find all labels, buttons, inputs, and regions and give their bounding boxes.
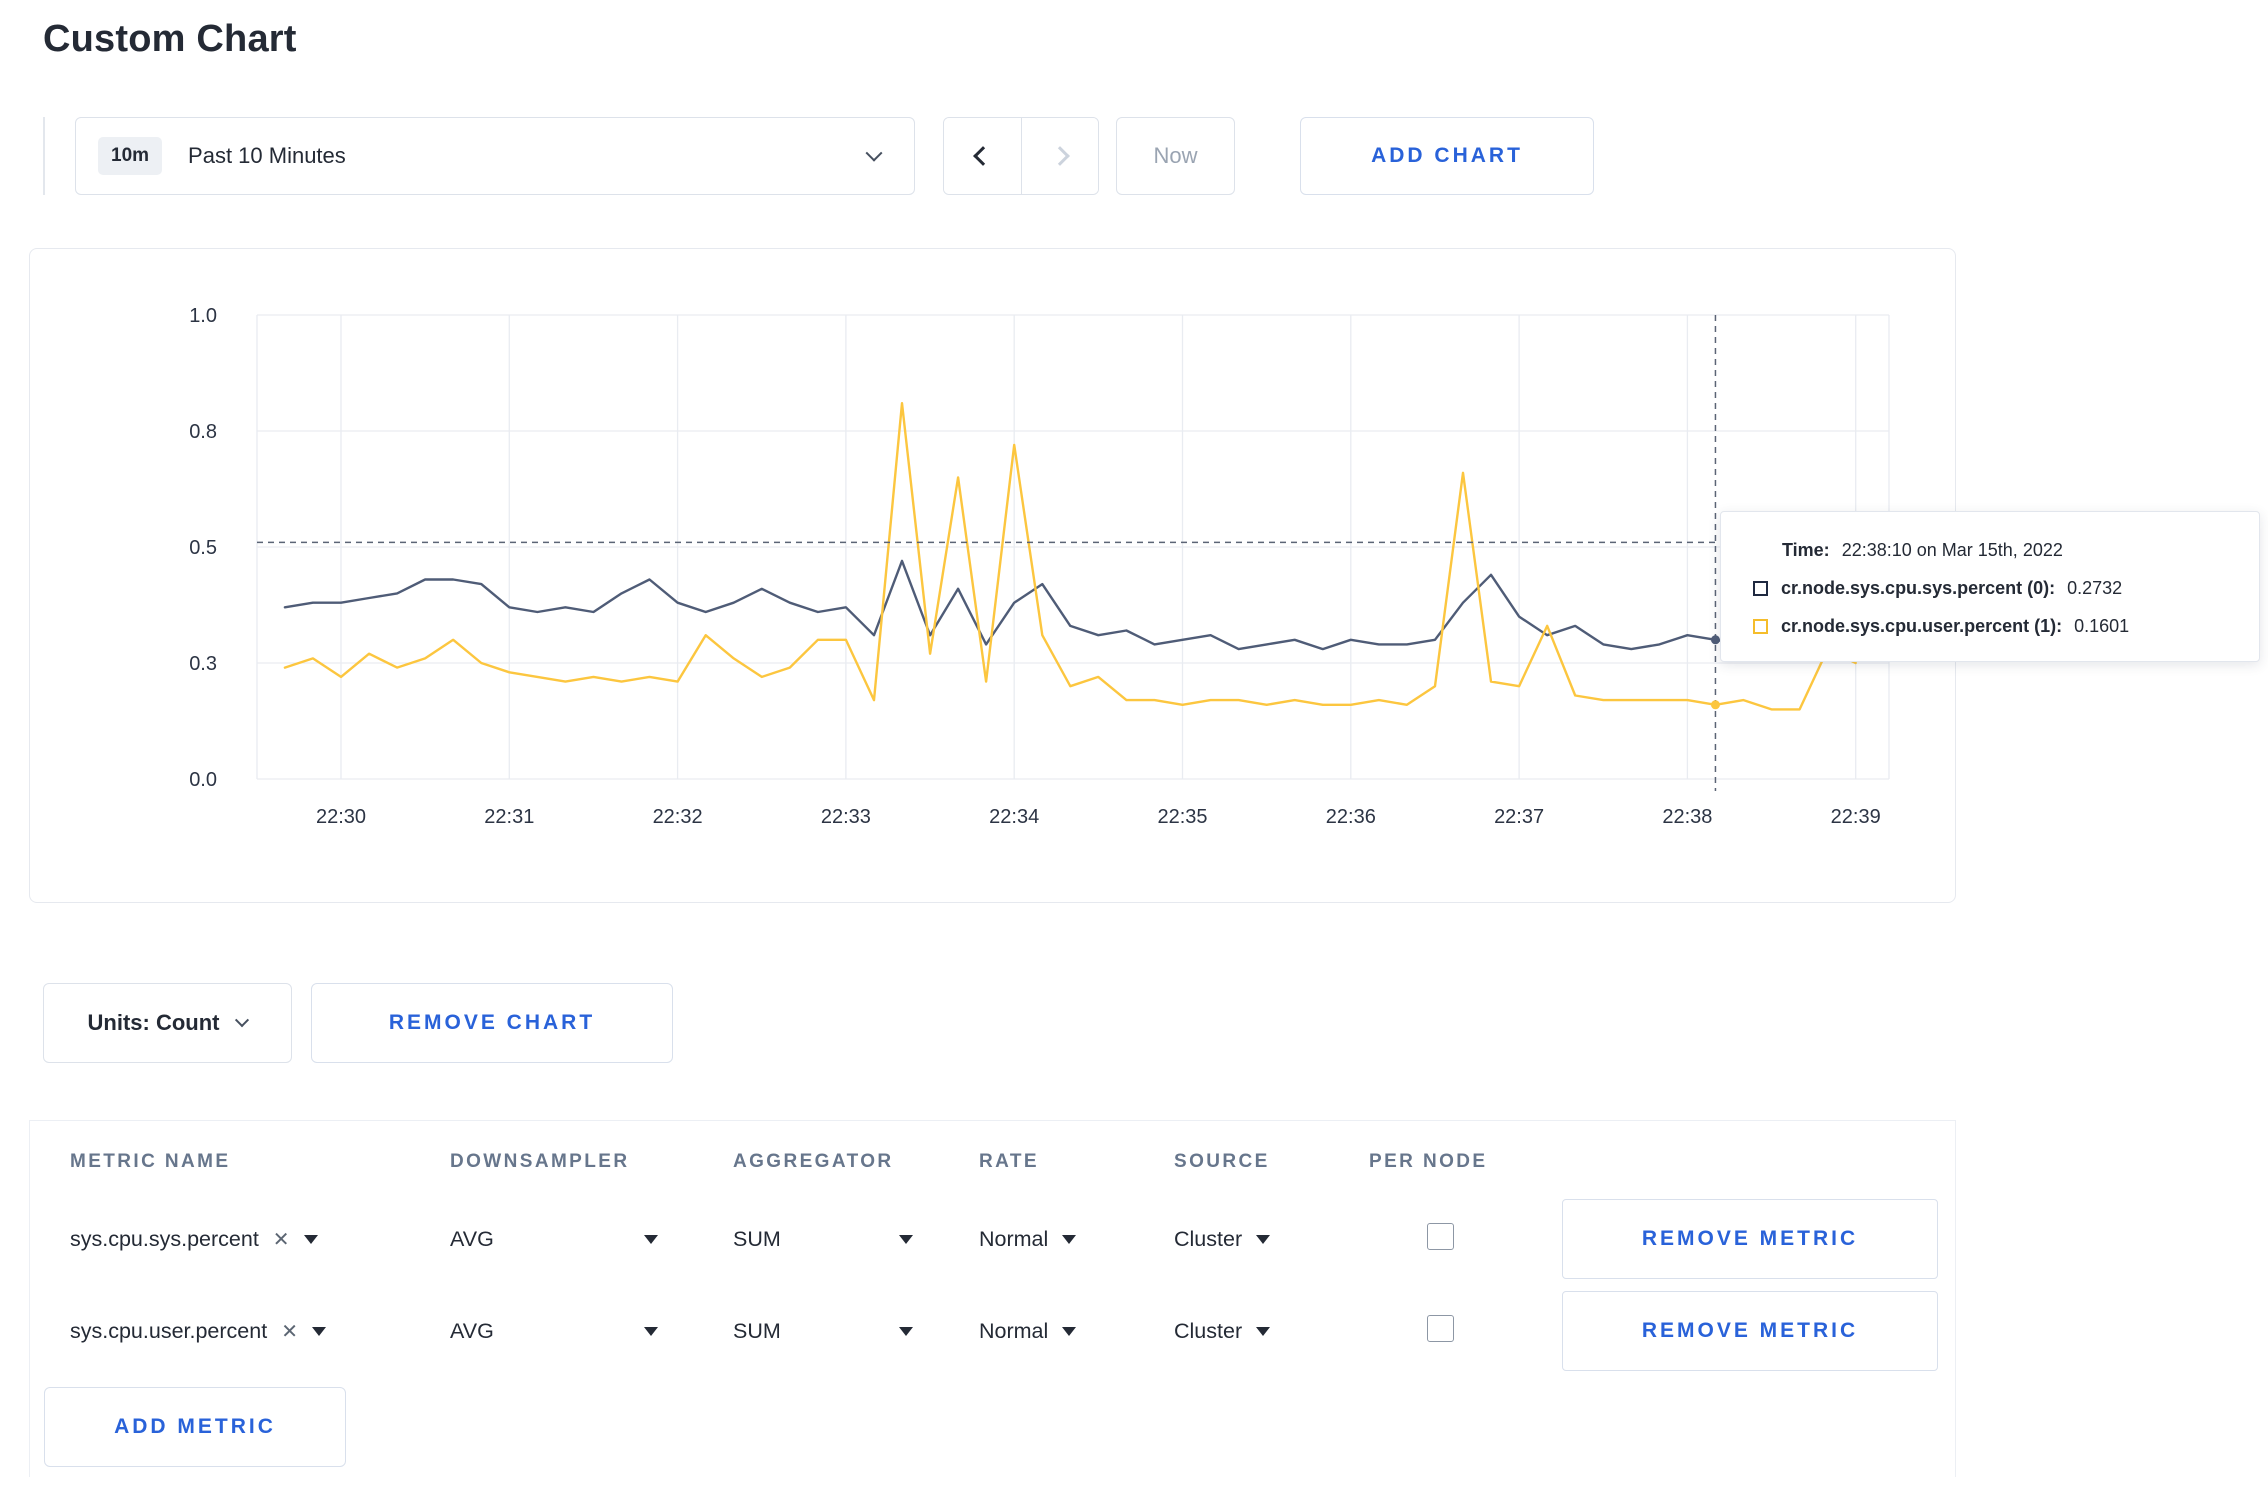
metric-name-value: sys.cpu.user.percent bbox=[70, 1318, 268, 1343]
svg-text:22:39: 22:39 bbox=[1831, 806, 1881, 828]
metric-name-select[interactable]: sys.cpu.user.percent ✕ bbox=[70, 1319, 450, 1344]
caret-down-icon bbox=[1062, 1234, 1077, 1244]
caret-down-icon bbox=[311, 1326, 326, 1336]
svg-text:22:31: 22:31 bbox=[484, 806, 534, 828]
add-metric-button[interactable]: ADD METRIC bbox=[44, 1387, 346, 1467]
tooltip-time-value: 22:38:10 on Mar 15th, 2022 bbox=[1841, 540, 2063, 560]
svg-text:22:36: 22:36 bbox=[1326, 806, 1376, 828]
per-node-checkbox[interactable] bbox=[1427, 1223, 1454, 1250]
svg-text:0.8: 0.8 bbox=[189, 421, 217, 443]
tooltip-user-value: 0.1601 bbox=[2074, 616, 2130, 636]
timeseries-chart[interactable]: 1.0 0.8 0.5 0.3 0.0 22:30 22:31 22:32 22:33 22:34… bbox=[30, 249, 1955, 902]
tooltip-time-row: Time: 22:38:10 on Mar 15th, 2022 bbox=[1753, 540, 2231, 561]
downsampler-value: AVG bbox=[450, 1318, 494, 1343]
svg-text:22:34: 22:34 bbox=[989, 806, 1039, 828]
metrics-table-header: METRIC NAME DOWNSAMPLER AGGREGATOR RATE … bbox=[30, 1151, 1955, 1173]
caret-down-icon bbox=[899, 1326, 913, 1336]
svg-text:0.0: 0.0 bbox=[189, 769, 217, 791]
toolbar-divider bbox=[43, 117, 45, 195]
toolbar: 10m Past 10 Minutes Now ADD CHART bbox=[43, 117, 2268, 195]
downsampler-value: AVG bbox=[450, 1226, 494, 1251]
tooltip-user-label: cr.node.sys.cpu.user.percent (1): bbox=[1781, 616, 2063, 636]
chevron-down-icon bbox=[235, 1013, 250, 1028]
metric-row: sys.cpu.user.percent ✕ AVG SUM Normal Cl… bbox=[30, 1285, 1955, 1377]
svg-text:22:38: 22:38 bbox=[1662, 806, 1712, 828]
metric-row: sys.cpu.sys.percent ✕ AVG SUM Normal Clu… bbox=[30, 1193, 1955, 1285]
metric-name-value: sys.cpu.sys.percent bbox=[70, 1226, 259, 1251]
series-user-swatch-icon bbox=[1753, 619, 1768, 634]
svg-text:22:30: 22:30 bbox=[316, 806, 366, 828]
downsampler-select[interactable]: AVG bbox=[450, 1319, 658, 1344]
chevron-down-icon bbox=[865, 144, 883, 162]
per-node-checkbox[interactable] bbox=[1427, 1315, 1454, 1342]
svg-text:22:32: 22:32 bbox=[653, 806, 703, 828]
remove-metric-button[interactable]: REMOVE METRIC bbox=[1562, 1199, 1938, 1279]
rate-value: Normal bbox=[979, 1226, 1049, 1251]
col-header-per-node: PER NODE bbox=[1369, 1151, 1488, 1172]
source-value: Cluster bbox=[1174, 1226, 1243, 1251]
now-button[interactable]: Now bbox=[1116, 117, 1235, 195]
time-range-label: Past 10 Minutes bbox=[188, 143, 346, 168]
aggregator-select[interactable]: SUM bbox=[733, 1319, 913, 1344]
source-select[interactable]: Cluster bbox=[1174, 1227, 1369, 1252]
svg-text:22:37: 22:37 bbox=[1494, 806, 1544, 828]
remove-chart-button[interactable]: REMOVE CHART bbox=[311, 983, 673, 1063]
source-select[interactable]: Cluster bbox=[1174, 1319, 1369, 1344]
rate-value: Normal bbox=[979, 1318, 1049, 1343]
chevron-left-icon bbox=[972, 146, 993, 166]
col-header-downsampler: DOWNSAMPLER bbox=[450, 1151, 630, 1172]
tooltip-sys-value: 0.2732 bbox=[2067, 578, 2123, 598]
time-range-picker[interactable]: 10m Past 10 Minutes bbox=[75, 117, 915, 195]
caret-down-icon bbox=[303, 1234, 318, 1244]
metrics-table: METRIC NAME DOWNSAMPLER AGGREGATOR RATE … bbox=[29, 1120, 1956, 1477]
rate-select[interactable]: Normal bbox=[979, 1227, 1174, 1252]
time-back-button[interactable] bbox=[944, 118, 1021, 194]
tooltip-time-label: Time: bbox=[1782, 540, 1830, 560]
tooltip-sys-label: cr.node.sys.cpu.sys.percent (0): bbox=[1781, 578, 2056, 598]
col-header-aggregator: AGGREGATOR bbox=[733, 1151, 894, 1172]
chart-actions: Units: Count REMOVE CHART bbox=[43, 983, 2268, 1063]
caret-down-icon bbox=[1256, 1234, 1271, 1244]
col-header-metric-name: METRIC NAME bbox=[70, 1151, 231, 1172]
aggregator-select[interactable]: SUM bbox=[733, 1227, 913, 1252]
series-sys-swatch-icon bbox=[1753, 581, 1768, 596]
metric-name-select[interactable]: sys.cpu.sys.percent ✕ bbox=[70, 1227, 450, 1252]
svg-text:22:35: 22:35 bbox=[1157, 806, 1207, 828]
units-dropdown[interactable]: Units: Count bbox=[43, 983, 292, 1063]
chevron-right-icon bbox=[1050, 146, 1070, 166]
page-title: Custom Chart bbox=[43, 18, 297, 60]
chart-tooltip: Time: 22:38:10 on Mar 15th, 2022 cr.node… bbox=[1720, 511, 2260, 662]
aggregator-value: SUM bbox=[733, 1318, 781, 1343]
caret-down-icon bbox=[899, 1234, 913, 1244]
caret-down-icon bbox=[644, 1326, 658, 1336]
time-range-badge: 10m bbox=[98, 137, 163, 175]
time-forward-button[interactable] bbox=[1021, 118, 1098, 194]
caret-down-icon bbox=[644, 1234, 658, 1244]
col-header-source: SOURCE bbox=[1174, 1151, 1270, 1172]
units-label: Units: Count bbox=[87, 1010, 220, 1035]
chart-card: 1.0 0.8 0.5 0.3 0.0 22:30 22:31 22:32 22:33 22:34… bbox=[29, 248, 2260, 903]
downsampler-select[interactable]: AVG bbox=[450, 1227, 658, 1252]
add-chart-button[interactable]: ADD CHART bbox=[1300, 117, 1594, 195]
remove-metric-button[interactable]: REMOVE METRIC bbox=[1562, 1291, 1938, 1371]
caret-down-icon bbox=[1062, 1326, 1077, 1336]
caret-down-icon bbox=[1256, 1326, 1271, 1336]
aggregator-value: SUM bbox=[733, 1226, 781, 1251]
svg-text:1.0: 1.0 bbox=[189, 305, 217, 327]
time-nav-group bbox=[943, 117, 1099, 195]
col-header-rate: RATE bbox=[979, 1151, 1039, 1172]
clear-metric-icon[interactable]: ✕ bbox=[273, 1227, 290, 1252]
svg-text:0.3: 0.3 bbox=[189, 653, 217, 675]
tooltip-series-row: cr.node.sys.cpu.user.percent (1): 0.1601 bbox=[1753, 616, 2231, 637]
svg-text:0.5: 0.5 bbox=[189, 537, 217, 559]
rate-select[interactable]: Normal bbox=[979, 1319, 1174, 1344]
svg-text:22:33: 22:33 bbox=[821, 806, 871, 828]
tooltip-series-row: cr.node.sys.cpu.sys.percent (0): 0.2732 bbox=[1753, 578, 2231, 599]
clear-metric-icon[interactable]: ✕ bbox=[281, 1319, 298, 1344]
source-value: Cluster bbox=[1174, 1318, 1243, 1343]
